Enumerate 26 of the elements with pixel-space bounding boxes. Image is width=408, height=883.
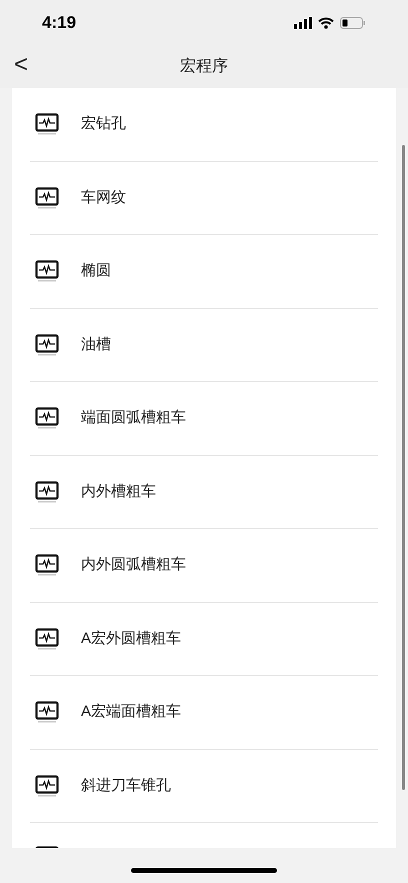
- list-item[interactable]: 宏钻孔: [30, 88, 378, 162]
- waveform-monitor-icon: [35, 626, 59, 651]
- signal-icon: [294, 16, 312, 28]
- waveform-monitor-icon: [35, 553, 59, 578]
- waveform-monitor-icon: [35, 774, 59, 798]
- waveform-monitor-icon: [35, 259, 59, 284]
- waveform-monitor-icon: [35, 406, 59, 430]
- wifi-icon: [318, 16, 334, 28]
- list-item[interactable]: 斜进刀车锥孔: [30, 750, 378, 823]
- list-item[interactable]: 椭圆: [30, 235, 378, 308]
- waveform-monitor-icon: [35, 480, 59, 504]
- waveform-monitor-icon: [35, 332, 59, 357]
- waveform-monitor-icon: [35, 186, 59, 210]
- battery-icon: [340, 16, 366, 28]
- waveform-monitor-icon: [35, 112, 59, 136]
- page-title: 宏程序: [180, 56, 228, 76]
- status-time: 4:19: [42, 12, 76, 34]
- back-button[interactable]: <: [12, 53, 30, 77]
- list-item[interactable]: 内外槽粗车: [30, 456, 378, 529]
- list-item[interactable]: 油槽: [30, 308, 378, 382]
- waveform-monitor-icon: [35, 700, 59, 724]
- list-item[interactable]: 端面圆弧槽粗车: [30, 382, 378, 456]
- list-item[interactable]: 内外圆弧槽粗车: [30, 529, 378, 602]
- list-item[interactable]: 车网纹: [30, 162, 378, 235]
- list-item[interactable]: A宏外圆槽粗车: [30, 602, 378, 676]
- list-item[interactable]: A宏端面槽粗车: [30, 676, 378, 750]
